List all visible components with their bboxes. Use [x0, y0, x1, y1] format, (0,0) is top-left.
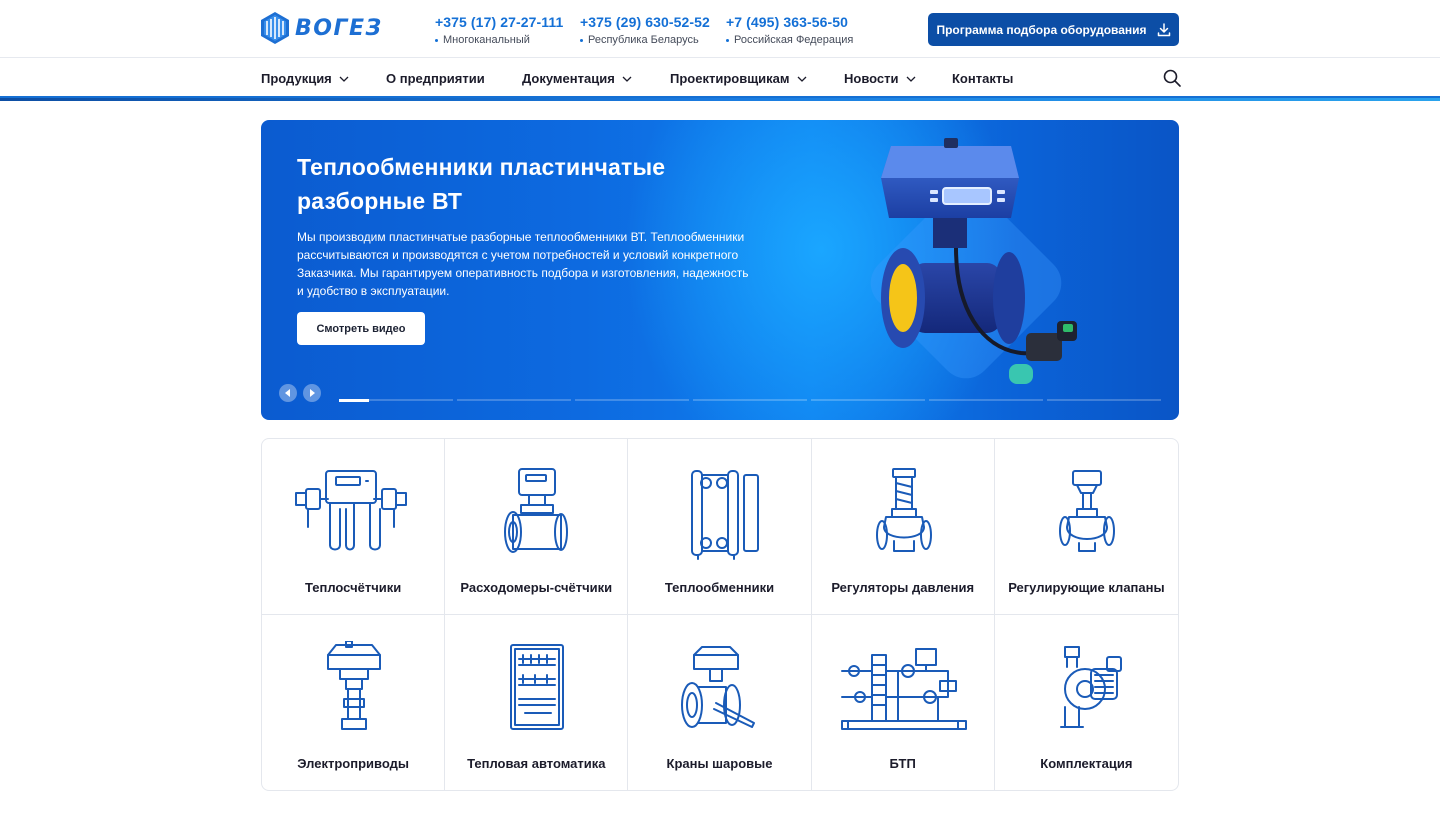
download-icon: [1157, 22, 1170, 36]
category-label: Электроприводы: [297, 755, 409, 771]
nav-item-documentation[interactable]: Документация: [522, 71, 632, 86]
category-components[interactable]: Комплектация: [995, 615, 1178, 791]
phone-number[interactable]: +375 (29) 630-52-52: [580, 14, 710, 30]
electric-actuator-icon: [327, 640, 382, 730]
control-cabinet-icon: [510, 643, 565, 730]
phone-number[interactable]: +7 (495) 363-56-50: [726, 14, 853, 30]
phone-block-1: +375 (17) 27-27-111 Многоканальный: [435, 14, 563, 46]
phone-number[interactable]: +375 (17) 27-27-111: [435, 14, 563, 30]
nav-item-label: Документация: [522, 71, 615, 86]
nav-item-about[interactable]: О предприятии: [386, 71, 485, 86]
category-control-valves[interactable]: Регулирующие клапаны: [994, 439, 1178, 615]
slider-progress: [339, 399, 1161, 402]
category-label: Комплектация: [1040, 755, 1133, 771]
phone-caption-text: Российская Федерация: [734, 34, 854, 46]
slide-indicator[interactable]: [693, 399, 807, 401]
phone-block-3: +7 (495) 363-56-50 Российская Федерация: [726, 14, 853, 46]
pressure-regulator-icon: [875, 468, 932, 552]
category-label: Тепловая автоматика: [467, 755, 606, 771]
ball-valve-icon: [681, 645, 756, 728]
category-btp[interactable]: БТП: [812, 614, 995, 790]
category-electric-actuators[interactable]: Электроприводы: [262, 614, 446, 790]
cta-label: Программа подбора оборудования: [936, 22, 1147, 37]
nav-accent-line: [0, 98, 1440, 101]
category-label: БТП: [889, 755, 916, 771]
nav-item-news[interactable]: Новости: [844, 71, 916, 86]
category-heat-automation[interactable]: Тепловая автоматика: [445, 614, 629, 790]
flowmeter-product-image: [870, 138, 1077, 384]
logo-icon: [261, 12, 289, 44]
phone-caption-text: Республика Беларусь: [588, 34, 699, 46]
bullet-icon: [580, 38, 583, 42]
watch-video-button[interactable]: Смотреть видео: [297, 312, 425, 345]
hero-slider: Теплообменники пластинчатые разборные ВТ…: [261, 120, 1179, 420]
flowmeter-icon: [504, 468, 569, 553]
pump-icon: [1060, 645, 1123, 728]
logo[interactable]: ВОГЕЗ: [261, 12, 383, 44]
slide-indicator[interactable]: [811, 399, 925, 401]
product-categories-grid: Теплосчётчики Расходомеры-счётчики Тепло…: [261, 438, 1179, 791]
top-header: ВОГЕЗ +375 (17) 27-27-111 Многоканальный…: [0, 0, 1440, 58]
phone-caption-text: Многоканальный: [443, 34, 530, 46]
slider-prev-button[interactable]: [279, 384, 297, 402]
slide-indicator[interactable]: [929, 399, 1043, 401]
slide-indicator[interactable]: [575, 399, 689, 401]
nav-item-label: Продукция: [261, 71, 332, 86]
category-pressure-regulators[interactable]: Регуляторы давления: [811, 439, 995, 615]
category-heat-exchangers[interactable]: Теплообменники: [628, 439, 812, 615]
equipment-selection-button[interactable]: Программа подбора оборудования: [928, 13, 1179, 46]
category-label: Краны шаровые: [666, 755, 773, 771]
heat-substation-icon: [840, 647, 967, 730]
bullet-icon: [435, 38, 438, 42]
main-navigation: Продукция О предприятии Документация Про…: [0, 59, 1440, 99]
chevron-down-icon: [622, 76, 632, 82]
nav-item-label: О предприятии: [386, 71, 485, 86]
control-valve-icon: [1059, 470, 1116, 552]
heat-exchanger-icon: [691, 470, 760, 560]
chevron-left-icon: [285, 389, 290, 397]
phone-block-2: +375 (29) 630-52-52 Республика Беларусь: [580, 14, 710, 46]
slide-indicator[interactable]: [1047, 399, 1161, 401]
hero-title: Теплообменники пластинчатые разборные ВТ: [297, 154, 666, 214]
heat-meter-icon: [295, 470, 408, 551]
category-flowmeters[interactable]: Расходомеры-счётчики: [445, 439, 629, 615]
category-label: Регуляторы давления: [831, 580, 975, 595]
slide-indicator[interactable]: [457, 399, 571, 401]
category-heat-meters[interactable]: Теплосчётчики: [262, 439, 446, 615]
category-label: Теплообменники: [664, 580, 775, 595]
phone-caption: Республика Беларусь: [580, 34, 710, 46]
nav-item-contacts[interactable]: Контакты: [952, 71, 1013, 86]
chevron-right-icon: [310, 389, 315, 397]
category-label: Теплосчётчики: [304, 580, 402, 595]
slide-indicator[interactable]: [339, 399, 453, 402]
bullet-icon: [726, 38, 729, 42]
nav-item-designers[interactable]: Проектировщикам: [670, 71, 807, 86]
phone-caption: Многоканальный: [435, 34, 563, 46]
nav-item-label: Новости: [844, 71, 899, 86]
slider-next-button[interactable]: [303, 384, 321, 402]
chevron-down-icon: [339, 76, 349, 82]
category-label: Регулирующие клапаны: [1008, 580, 1165, 595]
nav-item-label: Контакты: [952, 71, 1014, 86]
phone-caption: Российская Федерация: [726, 34, 853, 46]
search-icon[interactable]: [1162, 68, 1182, 88]
hero-description: Мы производим пластинчатые разборные теп…: [297, 230, 749, 298]
nav-item-label: Проектировщикам: [670, 71, 790, 86]
chevron-down-icon: [906, 76, 915, 82]
slide-progress-fill: [339, 399, 369, 402]
logo-text: ВОГЕЗ: [295, 15, 383, 41]
category-ball-valves[interactable]: Краны шаровые: [628, 614, 812, 790]
nav-item-products[interactable]: Продукция: [261, 71, 349, 86]
category-label: Расходомеры-счётчики: [460, 580, 613, 595]
chevron-down-icon: [797, 76, 806, 82]
